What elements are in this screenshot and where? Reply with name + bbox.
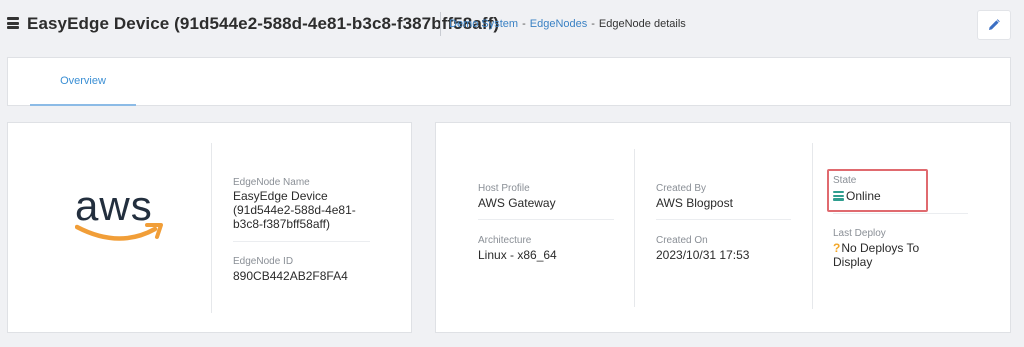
created-by-label: Created By — [656, 183, 707, 194]
device-stack-icon — [7, 17, 19, 29]
tab-overview[interactable]: Overview — [30, 58, 136, 106]
host-profile-label: Host Profile — [478, 183, 530, 194]
title-divider — [440, 12, 441, 36]
column-divider — [812, 143, 813, 309]
edgenode-summary-card: aws EdgeNode Name EasyEdge Device (91d54… — [7, 122, 412, 333]
aws-logo: aws — [75, 185, 163, 241]
architecture-label: Architecture — [478, 235, 532, 246]
edgenode-id-label: EdgeNode ID — [233, 256, 294, 267]
state-label: State — [833, 175, 857, 186]
page-header: EasyEdge Device (91d544e2-588d-4e81-b3c8… — [0, 0, 1024, 50]
field-divider — [478, 219, 614, 220]
field-divider — [833, 213, 968, 214]
question-icon: ? — [833, 241, 841, 255]
field-divider — [233, 241, 370, 242]
tabs-panel: Overview — [7, 57, 1011, 106]
created-on-value: 2023/10/31 17:53 — [656, 248, 750, 262]
architecture-value: Linux - x86_64 — [478, 248, 557, 262]
last-deploy-label: Last Deploy — [833, 228, 886, 239]
edgenode-details-card: Host Profile AWS Gateway Architecture Li… — [435, 122, 1011, 333]
aws-smile-icon — [75, 223, 163, 241]
online-stack-icon — [833, 191, 844, 201]
edgenode-name-line: EasyEdge Device — [233, 189, 328, 203]
breadcrumb-separator: - — [522, 18, 526, 30]
breadcrumb-demo-system[interactable]: Demo System — [449, 18, 518, 30]
edgenode-name-label: EdgeNode Name — [233, 177, 310, 188]
created-by-value: AWS Blogpost — [656, 196, 733, 210]
state-value: Online — [833, 189, 881, 203]
column-divider — [634, 149, 635, 307]
state-text: Online — [846, 189, 881, 203]
field-divider — [656, 219, 791, 220]
last-deploy-line: ?No Deploys To — [833, 241, 919, 255]
edgenode-name-line: (91d544e2-588d-4e81- — [233, 203, 356, 217]
breadcrumb: Demo System - EdgeNodes - EdgeNode details — [449, 18, 686, 30]
edgenode-id-value: 890CB442AB2F8FA4 — [233, 269, 348, 283]
edgenode-name-line: b3c8-f387bff58aff) — [233, 217, 330, 231]
last-deploy-line: Display — [833, 255, 873, 269]
pencil-icon — [989, 19, 1000, 30]
last-deploy-value: ?No Deploys To Display — [833, 241, 919, 269]
edgenode-name-value: EasyEdge Device (91d544e2-588d-4e81- b3c… — [233, 189, 356, 231]
host-profile-value: AWS Gateway — [478, 196, 556, 210]
edit-button[interactable] — [977, 10, 1011, 40]
breadcrumb-edgenodes[interactable]: EdgeNodes — [530, 18, 588, 30]
breadcrumb-separator: - — [591, 18, 595, 30]
page-title: EasyEdge Device (91d544e2-588d-4e81-b3c8… — [27, 14, 500, 33]
created-on-label: Created On — [656, 235, 708, 246]
breadcrumb-current: EdgeNode details — [598, 18, 686, 30]
last-deploy-text: No Deploys To — [841, 241, 920, 255]
card-divider — [211, 143, 212, 313]
